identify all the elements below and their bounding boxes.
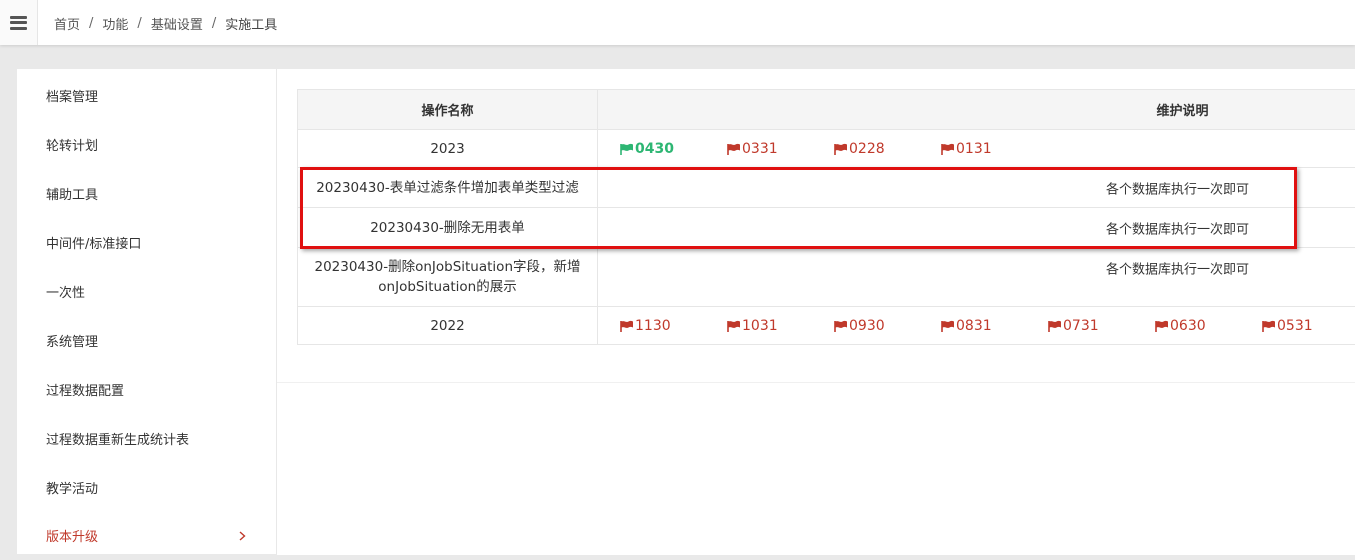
flag-icon bbox=[834, 320, 848, 332]
flag-icon bbox=[727, 143, 741, 155]
version-flags: 0430 0331 0228 0131 bbox=[598, 130, 1355, 168]
table-row: 20230430-表单过滤条件增加表单类型过滤 各个数据库执行一次即可 bbox=[298, 168, 1355, 208]
column-header-name: 操作名称 bbox=[298, 90, 598, 130]
sidebar-item-archive[interactable]: 档案管理 bbox=[17, 71, 276, 120]
row-name: 20230430-表单过滤条件增加表单类型过滤 bbox=[298, 168, 598, 208]
row-desc-cell: 各个数据库执行一次即可 bbox=[598, 248, 1355, 307]
breadcrumb-current: 实施工具 bbox=[225, 14, 277, 33]
breadcrumb-basic-settings[interactable]: 基础设置 bbox=[151, 14, 203, 33]
main-empty-area bbox=[277, 382, 1355, 555]
sidebar-item-label: 辅助工具 bbox=[46, 184, 98, 203]
breadcrumb: 首页 / 功能 / 基础设置 / 实施工具 bbox=[54, 14, 277, 33]
sidebar: 档案管理 轮转计划 辅助工具 中间件/标准接口 一次性 系统管理 过程数据配置 … bbox=[17, 69, 277, 554]
flag-icon bbox=[727, 320, 741, 332]
row-desc: 各个数据库执行一次即可 bbox=[1106, 218, 1249, 237]
hamburger-icon bbox=[10, 16, 27, 30]
sidebar-item-aux-tools[interactable]: 辅助工具 bbox=[17, 169, 276, 218]
row-desc-cell: 各个数据库执行一次即可 bbox=[598, 168, 1355, 208]
flag-icon bbox=[941, 143, 955, 155]
flag-icon bbox=[620, 143, 634, 155]
version-link-1130[interactable]: 1130 bbox=[620, 318, 727, 334]
sidebar-item-label: 中间件/标准接口 bbox=[46, 233, 141, 252]
flag-icon bbox=[1155, 320, 1169, 332]
sidebar-item-label: 过程数据配置 bbox=[46, 380, 124, 399]
sidebar-item-label: 教学活动 bbox=[46, 478, 98, 497]
sidebar-item-rotation-plan[interactable]: 轮转计划 bbox=[17, 120, 276, 169]
row-desc-cell: 各个数据库执行一次即可 bbox=[598, 208, 1355, 248]
row-desc: 各个数据库执行一次即可 bbox=[1106, 178, 1249, 197]
sidebar-item-process-data-config[interactable]: 过程数据配置 bbox=[17, 365, 276, 414]
sidebar-item-teaching-activities[interactable]: 教学活动 bbox=[17, 463, 276, 512]
version-link-0630[interactable]: 0630 bbox=[1155, 318, 1262, 334]
main-panel: 操作名称 维护说明 2023 0430 0331 bbox=[277, 69, 1355, 382]
version-link-0731[interactable]: 0731 bbox=[1048, 318, 1155, 334]
version-link-1031[interactable]: 1031 bbox=[727, 318, 834, 334]
flag-icon bbox=[1262, 320, 1276, 332]
operations-table: 操作名称 维护说明 2023 0430 0331 bbox=[297, 89, 1355, 345]
table-row: 20230430-删除onJobSituation字段，新增 onJobSitu… bbox=[298, 248, 1355, 307]
sidebar-item-label: 档案管理 bbox=[46, 86, 98, 105]
flag-icon bbox=[620, 320, 634, 332]
flag-icon bbox=[834, 143, 848, 155]
sidebar-item-one-time[interactable]: 一次性 bbox=[17, 267, 276, 316]
row-name: 2022 bbox=[298, 307, 598, 345]
column-header-desc: 维护说明 bbox=[598, 90, 1355, 130]
sidebar-item-process-data-regenerate[interactable]: 过程数据重新生成统计表 bbox=[17, 414, 276, 463]
table-row: 20230430-删除无用表单 各个数据库执行一次即可 bbox=[298, 208, 1355, 248]
sidebar-item-label: 系统管理 bbox=[46, 331, 98, 350]
version-link-0228[interactable]: 0228 bbox=[834, 141, 941, 157]
version-link-0831[interactable]: 0831 bbox=[941, 318, 1048, 334]
sidebar-item-label: 版本升级 bbox=[46, 526, 98, 545]
sidebar-item-label: 一次性 bbox=[46, 282, 85, 301]
version-link-0131[interactable]: 0131 bbox=[941, 141, 1048, 157]
version-link-0930[interactable]: 0930 bbox=[834, 318, 941, 334]
sidebar-item-label: 轮转计划 bbox=[46, 135, 98, 154]
row-name: 2023 bbox=[298, 130, 598, 168]
sidebar-item-middleware[interactable]: 中间件/标准接口 bbox=[17, 218, 276, 267]
breadcrumb-separator: / bbox=[212, 16, 216, 31]
breadcrumb-function[interactable]: 功能 bbox=[102, 14, 128, 33]
chevron-right-icon bbox=[236, 530, 248, 542]
table-row: 2022 1130 1031 0930 bbox=[298, 307, 1355, 345]
flag-icon bbox=[941, 320, 955, 332]
sidebar-item-system-management[interactable]: 系统管理 bbox=[17, 316, 276, 365]
sidebar-item-label: 过程数据重新生成统计表 bbox=[46, 429, 189, 448]
breadcrumb-home[interactable]: 首页 bbox=[54, 14, 80, 33]
sidebar-item-version-upgrade[interactable]: 版本升级 bbox=[17, 511, 276, 560]
row-name: 20230430-删除无用表单 bbox=[298, 208, 598, 248]
version-link-0430[interactable]: 0430 bbox=[620, 141, 727, 157]
version-link-0331[interactable]: 0331 bbox=[727, 141, 834, 157]
row-name: 20230430-删除onJobSituation字段，新增 onJobSitu… bbox=[298, 248, 598, 307]
menu-toggle-button[interactable] bbox=[0, 0, 38, 45]
version-link-0531[interactable]: 0531 bbox=[1262, 318, 1355, 334]
row-desc: 各个数据库执行一次即可 bbox=[1106, 259, 1249, 278]
top-bar: 首页 / 功能 / 基础设置 / 实施工具 bbox=[0, 0, 1355, 45]
table-header-row: 操作名称 维护说明 bbox=[298, 90, 1355, 130]
breadcrumb-separator: / bbox=[89, 16, 93, 31]
version-flags: 1130 1031 0930 0831 bbox=[598, 307, 1355, 345]
breadcrumb-separator: / bbox=[137, 16, 141, 31]
table-row: 2023 0430 0331 0228 bbox=[298, 130, 1355, 168]
flag-icon bbox=[1048, 320, 1062, 332]
